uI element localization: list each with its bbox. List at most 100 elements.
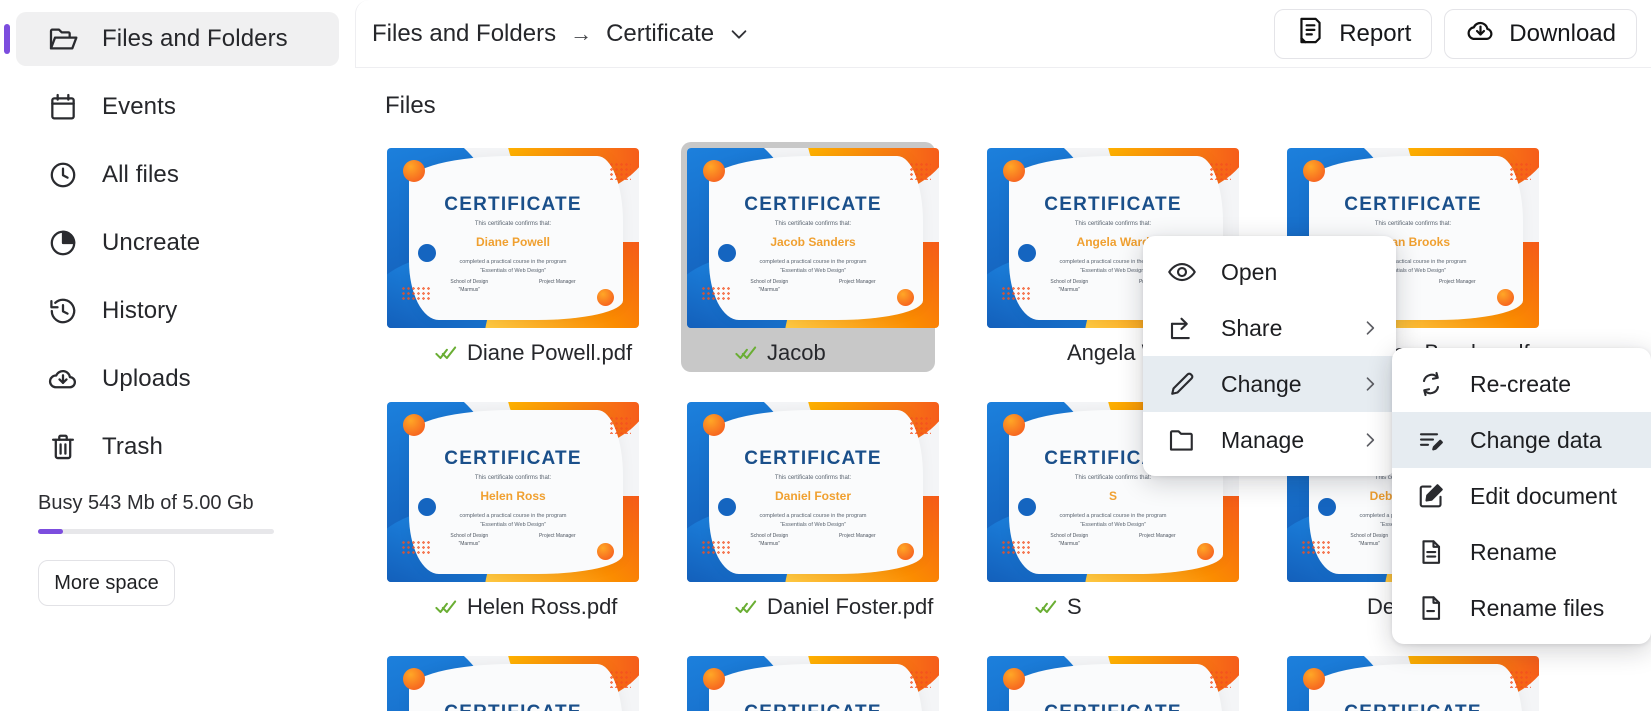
certificate-thumbnail: CERTIFICATE This certificate confirms tha… — [687, 148, 939, 328]
trash-icon — [46, 430, 80, 464]
certificate-school: School of Design“Marmus” — [1050, 533, 1089, 547]
menu-item-label: Change data — [1470, 426, 1602, 453]
certificate-title: CERTIFICATE — [1044, 194, 1182, 215]
certificate-title: CERTIFICATE — [744, 194, 882, 215]
breadcrumb: Files and Folders → Certificate — [372, 20, 750, 48]
certificate-description: completed a practical course in the prog… — [759, 259, 867, 274]
certificate-recipient: Helen Ross — [480, 489, 546, 503]
sidebar: Files and Folders Events All files Uncreate… — [0, 0, 355, 711]
context-submenu-change[interactable]: Re-create Change data Edit document Rename R… — [1392, 348, 1651, 644]
file-thumbnail[interactable]: CERTIFICATEThis certificate confirms tha… — [987, 656, 1239, 711]
menu-item-change-data[interactable]: Change data — [1392, 412, 1651, 468]
edit-square-icon — [1414, 479, 1448, 513]
file-card[interactable]: CERTIFICATEThis certificate confirms tha… — [681, 396, 939, 626]
certificate-signature: Project Manager — [838, 533, 876, 539]
report-button-label: Report — [1339, 19, 1412, 47]
file-name: Diane Powell.pdf — [467, 340, 633, 365]
file-card[interactable]: CERTIFICATEThis certificate confirms tha… — [1281, 650, 1539, 711]
certificate-description: completed a practical course in the prog… — [459, 259, 567, 274]
menu-item-label: Share — [1221, 314, 1283, 341]
download-button[interactable]: Download — [1444, 8, 1637, 59]
file-label-row: Diane Powell.pdf — [387, 340, 633, 366]
file-name: Jacob — [767, 340, 826, 365]
breadcrumb-separator: → — [570, 20, 593, 46]
certificate-title: CERTIFICATE — [744, 448, 882, 469]
more-space-button[interactable]: More space — [38, 560, 175, 606]
file-card[interactable]: CERTIFICATEThis certificate confirms tha… — [381, 142, 639, 372]
file-thumbnail[interactable]: CERTIFICATEThis certificate confirms tha… — [387, 656, 639, 711]
certificate-school: School of Design“Marmus” — [750, 279, 789, 293]
sidebar-item-events[interactable]: Events — [16, 80, 339, 134]
certificate-school: School of Design“Marmus” — [450, 533, 489, 547]
double-check-icon — [735, 596, 757, 618]
file-label-row: S — [987, 594, 1229, 620]
certificate-subtitle: This certificate confirms that: — [1374, 221, 1452, 227]
certificate-signature: Project Manager — [538, 533, 576, 539]
breadcrumb-item-root[interactable]: Files and Folders — [372, 20, 556, 48]
menu-item-change[interactable]: Change — [1143, 356, 1396, 412]
certificate-recipient: Jacob Sanders — [770, 235, 856, 249]
file-thumbnail[interactable]: CERTIFICATE This certificate confirms tha… — [687, 148, 939, 328]
menu-item-share[interactable]: Share — [1143, 300, 1396, 356]
certificate-thumbnail: CERTIFICATEThis certificate confirms tha… — [387, 656, 639, 711]
menu-item-open[interactable]: Open — [1143, 244, 1396, 300]
certificate-subtitle: This certificate confirms that: — [474, 221, 552, 227]
file-card[interactable]: CERTIFICATEThis certificate confirms tha… — [981, 650, 1239, 711]
certificate-subtitle: This certificate confirms that: — [1074, 221, 1152, 227]
refresh-icon — [1414, 367, 1448, 401]
edit-lines-icon — [1414, 423, 1448, 457]
topbar: Files and Folders → Certificate Report D… — [355, 0, 1651, 68]
certificate-subtitle: This certificate confirms that: — [474, 475, 552, 481]
report-document-icon — [1295, 15, 1326, 53]
report-button[interactable]: Report — [1274, 8, 1433, 59]
file-label-row: Helen Ross.pdf — [387, 594, 629, 620]
sidebar-item-files-and-folders[interactable]: Files and Folders — [4, 12, 339, 66]
certificate-title: CERTIFICATE — [987, 702, 1239, 711]
context-menu[interactable]: Open Share Change Manage — [1143, 236, 1396, 476]
sidebar-item-all-files[interactable]: All files — [16, 148, 339, 202]
active-indicator — [4, 24, 10, 54]
menu-item-label: Change — [1221, 370, 1302, 397]
certificate-thumbnail: CERTIFICATEThis certificate confirms tha… — [1287, 656, 1539, 711]
menu-item-edit-document[interactable]: Edit document — [1392, 468, 1651, 524]
file-card[interactable]: CERTIFICATEThis certificate confirms tha… — [381, 650, 639, 711]
file-card[interactable]: CERTIFICATE This certificate confirms tha… — [681, 142, 939, 372]
sidebar-item-label: Trash — [102, 433, 163, 460]
chevron-down-icon[interactable] — [728, 23, 750, 45]
menu-item-rename[interactable]: Rename — [1392, 524, 1651, 580]
file-thumbnail[interactable]: CERTIFICATEThis certificate confirms tha… — [387, 402, 639, 582]
certificate-thumbnail: CERTIFICATEThis certificate confirms tha… — [387, 402, 639, 582]
sidebar-item-trash[interactable]: Trash — [16, 420, 339, 474]
breadcrumb-item-current[interactable]: Certificate — [606, 20, 714, 48]
file-card[interactable]: CERTIFICATEThis certificate confirms tha… — [381, 396, 639, 626]
menu-item-label: Re-create — [1470, 370, 1571, 397]
certificate-thumbnail: CERTIFICATEThis certificate confirms tha… — [987, 656, 1239, 711]
file-thumbnail[interactable]: CERTIFICATEThis certificate confirms tha… — [687, 656, 939, 711]
file-thumbnail[interactable]: CERTIFICATEThis certificate confirms tha… — [387, 148, 639, 328]
calendar-icon — [46, 90, 80, 124]
pencil-icon — [1165, 367, 1199, 401]
sidebar-item-uncreate[interactable]: Uncreate — [16, 216, 339, 270]
certificate-recipient: Diane Powell — [475, 235, 551, 249]
menu-item-manage[interactable]: Manage — [1143, 412, 1396, 468]
certificate-signature: Project Manager — [838, 279, 876, 285]
menu-item-re-create[interactable]: Re-create — [1392, 356, 1651, 412]
sidebar-item-uploads[interactable]: Uploads — [16, 352, 339, 406]
storage-progress-fill — [38, 529, 64, 534]
certificate-thumbnail: CERTIFICATEThis certificate confirms tha… — [687, 402, 939, 582]
menu-item-rename-files[interactable]: Rename files — [1392, 580, 1651, 636]
file-thumbnail[interactable]: CERTIFICATEThis certificate confirms tha… — [1287, 656, 1539, 711]
sidebar-item-history[interactable]: History — [16, 284, 339, 338]
share-icon — [1165, 311, 1199, 345]
certificate-title: CERTIFICATE — [1287, 702, 1539, 711]
sidebar-item-label: Uncreate — [102, 229, 201, 256]
file-thumbnail[interactable]: CERTIFICATEThis certificate confirms tha… — [687, 402, 939, 582]
certificate-signature: Project Manager — [1138, 533, 1176, 539]
file-card[interactable]: CERTIFICATEThis certificate confirms tha… — [681, 650, 939, 711]
certificate-thumbnail: CERTIFICATEThis certificate confirms tha… — [387, 148, 639, 328]
menu-item-label: Rename — [1470, 538, 1557, 565]
certificate-school: School of Design“Marmus” — [1050, 279, 1089, 293]
certificate-subtitle: This certificate confirms that: — [774, 221, 852, 227]
certificate-title: CERTIFICATE — [387, 702, 639, 711]
no-status-icon — [1335, 596, 1357, 618]
